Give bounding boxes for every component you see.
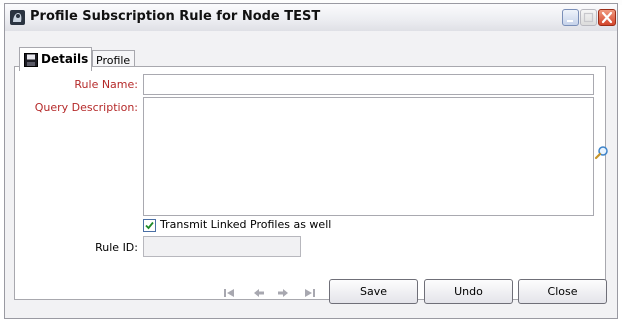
rule-id-field <box>143 236 301 257</box>
maximize-button[interactable] <box>580 9 597 26</box>
previous-record-icon[interactable] <box>252 286 266 300</box>
last-record-icon[interactable] <box>303 286 317 300</box>
tab-details-label: Details <box>41 52 89 66</box>
close-window-button[interactable] <box>598 9 616 26</box>
title-bar[interactable]: Profile Subscription Rule for Node TEST <box>5 4 617 31</box>
save-button[interactable]: Save <box>329 279 418 304</box>
next-record-icon[interactable] <box>276 286 290 300</box>
save-disk-icon <box>24 53 38 67</box>
window-title: Profile Subscription Rule for Node TEST <box>30 9 321 24</box>
query-description-label: Query Description: <box>34 101 138 114</box>
rule-id-label: Rule ID: <box>95 241 138 254</box>
app-icon <box>10 10 25 25</box>
search-icon[interactable] <box>594 145 609 160</box>
minimize-button[interactable] <box>562 9 579 26</box>
first-record-icon[interactable] <box>222 286 236 300</box>
undo-button[interactable]: Undo <box>424 279 513 304</box>
minimize-icon <box>567 20 573 22</box>
transmit-linked-checkbox[interactable] <box>143 219 156 232</box>
query-description-field[interactable] <box>143 97 594 216</box>
close-button[interactable]: Close <box>518 279 607 304</box>
rule-name-label: Rule Name: <box>74 78 138 91</box>
rule-name-field[interactable] <box>143 74 594 95</box>
bottom-strip <box>0 319 622 324</box>
transmit-linked-label: Transmit Linked Profiles as well <box>160 218 332 231</box>
tab-details[interactable]: Details <box>19 47 92 71</box>
checkmark-icon <box>145 221 154 230</box>
maximize-icon <box>583 12 594 23</box>
close-icon <box>601 11 613 24</box>
